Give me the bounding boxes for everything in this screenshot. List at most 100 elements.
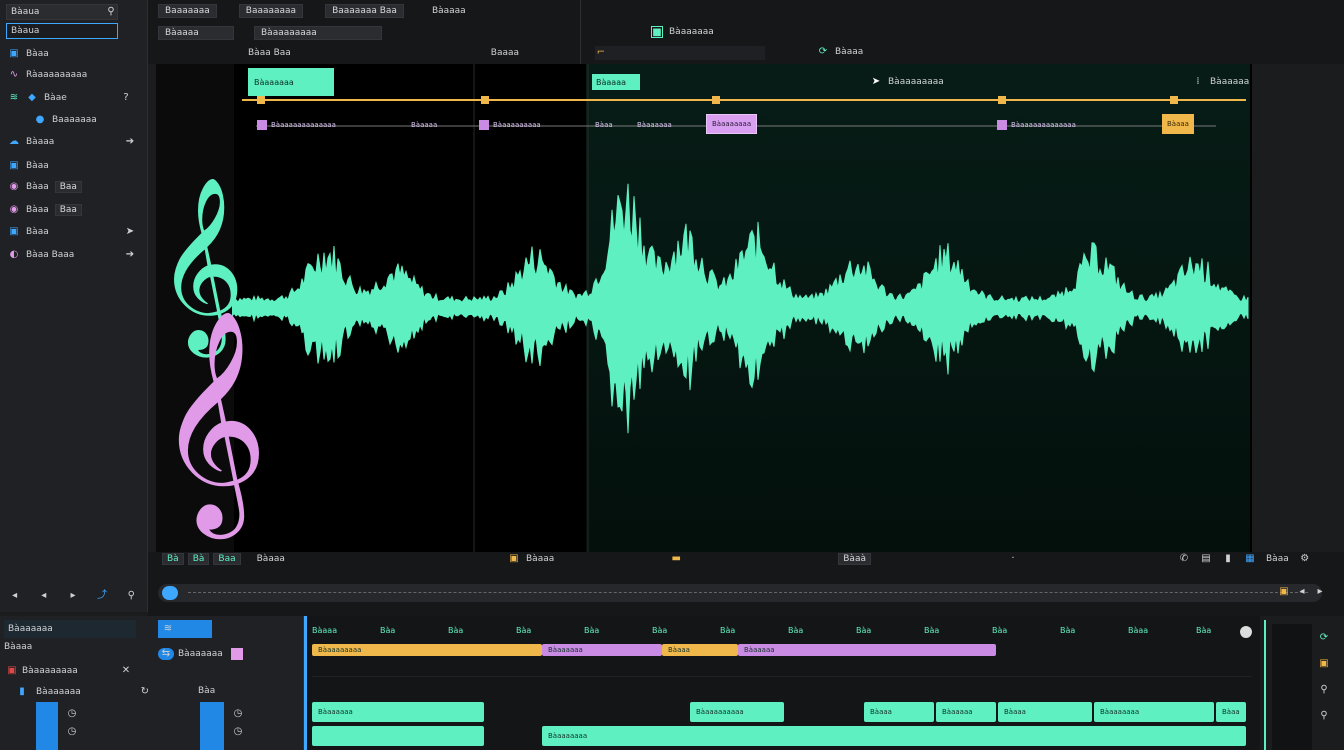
chevron-left-icon[interactable]: ◂ [9,590,21,602]
channel-header[interactable]: ≋ [158,620,212,638]
section-header-1[interactable]: ▣ Bàaa [0,44,146,64]
transport-button-3[interactable]: Baa [213,553,241,565]
mode-select[interactable]: Bàaaaa [158,26,234,40]
clip[interactable]: Bàaaaaaaaaa [690,702,784,722]
chevron-right-icon[interactable]: ▸ [1314,586,1326,598]
pointer-label[interactable]: ➤ Bàaaaaaaaa [870,76,944,88]
clock-icon[interactable]: ◷ [66,708,78,720]
channel-row[interactable]: ⇆ Bàaaaaaa [158,646,288,662]
tag-2[interactable]: Bàaaaa [406,118,442,132]
loop-icon[interactable]: ⟳ [1318,632,1330,644]
clock-icon[interactable]: ◷ [232,708,244,720]
waveform-canvas[interactable]: 𝄞 𝄞 [156,64,1252,552]
item-extra[interactable]: Baa [54,204,82,216]
marker-1[interactable] [257,96,265,104]
waveform-top-label[interactable]: Bàaaaaaa [248,68,334,96]
clock-icon[interactable]: ◷ [232,726,244,738]
clip[interactable]: Bàaaa [864,702,934,722]
share-icon[interactable]: ⤴ [96,590,108,602]
loop-group[interactable]: ⟳ Bàaaa [817,46,863,58]
sidebar-item-3[interactable]: ● Baaaaaaa [0,110,146,130]
clip[interactable]: Bàaaa [662,644,738,656]
tag-1[interactable]: Bàaaaaaaaaaaaaa [252,118,341,132]
marker-3[interactable] [712,96,720,104]
item-extra[interactable]: Baa [54,181,82,193]
folder-icon[interactable]: ▣ [1278,586,1290,598]
sidebar-item-2[interactable]: ≋ ◆ Bàae ? [0,88,146,108]
tag-6[interactable]: Bàaaaaaaa [706,114,758,134]
close-icon[interactable]: ✕ [120,665,132,677]
tag-text: Bàaaaaaaaaa [493,121,541,129]
right-label[interactable]: ⁞ Bàaaaaa [1192,76,1249,88]
clip[interactable]: Bàaaaaaaa [1094,702,1214,722]
phone-icon[interactable]: ✆ [1178,553,1190,565]
sidebar-item-1[interactable]: ∿ Ràaaaaaaaaa [0,65,146,85]
bar-icon[interactable]: ▮ [1222,553,1234,565]
marker-4[interactable] [998,96,1006,104]
tag-4[interactable]: Bàaa [590,118,618,132]
transport-button-2[interactable]: Bà [187,553,210,565]
menu-item-1[interactable]: Baaaaaaa [158,4,217,18]
clip[interactable]: Bàaaaaa [936,702,996,722]
sidebar-item-cloud[interactable]: ☁ Bàaaa ➔ [0,132,146,152]
gear-icon[interactable]: ⚙ [1299,553,1311,565]
mute-icon[interactable]: ▮ [16,686,28,698]
sidebar-item-4[interactable]: ◉ Bàaa Baa [0,177,146,197]
timeline[interactable]: Bàaaa Bàa Bàa Bàa Bàa Bàa Bàa Bàa Bàa Bàa Bàa Bàa Bà… [304,616,1260,750]
region-label[interactable]: Bàaaaa [592,74,640,90]
pin-icon[interactable]: ⚲ [1318,684,1330,696]
tag-7[interactable]: Bàaaaaaaaaaaaaa [992,118,1081,132]
clip[interactable]: Bàaaaaaaaa [312,644,542,656]
transport-button-1[interactable]: Bà [162,553,184,565]
arrow-right-icon[interactable]: ➔ [124,136,136,148]
chevron-left-icon[interactable]: ◂ [1296,586,1308,598]
folder-icon[interactable]: ▣ [1318,658,1330,670]
pointer-select[interactable]: ⌐ [595,46,765,60]
chevron-right-icon[interactable]: ▸ [67,590,79,602]
folder-icon: ▣ [9,48,19,59]
clip[interactable]: Bàaaaaaa [542,644,662,656]
record-icon[interactable] [1240,626,1252,638]
pin-icon[interactable]: ⚲ [125,590,137,602]
waveform-editor[interactable]: 𝄞 𝄞 Bàaaaaaa Bàaaaa Bàaaaaaaaaaaaaa Bàaa… [156,64,1252,552]
clip[interactable]: Bàaaaaaa [312,702,484,722]
tag-5[interactable]: Bàaaaaaa [632,118,677,132]
playhead-marker[interactable] [304,616,307,750]
color-swatch-icon[interactable] [230,648,243,660]
sidebar-item-6[interactable]: ◐ Bàaa Baaa ➔ [0,245,146,265]
marker-2[interactable] [481,96,489,104]
pin-icon[interactable]: ⚲ [1318,710,1330,722]
grid-icon[interactable]: ▦ [1244,553,1256,565]
save-icon[interactable]: ▤ [1200,553,1212,565]
menu-item-3[interactable]: Baaaaaaa Baa [325,4,404,18]
volume-fader-1[interactable] [36,702,58,750]
clip[interactable]: Bàaa [1216,702,1246,722]
clip[interactable]: Bàaaaaaaa [542,726,1246,746]
menu-item-4[interactable]: Bàaaaa [426,5,472,17]
scrub-bar[interactable] [158,584,1322,602]
search-input[interactable]: Bàaua ⚲ [6,4,118,20]
chevron-left-icon[interactable]: ◂ [38,590,50,602]
menu-item-2[interactable]: Baaaaaaaa [238,4,304,18]
help-icon[interactable]: ? [120,92,132,104]
marker-5[interactable] [1170,96,1178,104]
tag-8[interactable]: Bàaaa [1162,114,1194,134]
arrow-right-icon[interactable]: ➔ [124,249,136,261]
clip[interactable] [312,726,484,746]
redo-icon[interactable]: ↻ [139,686,151,698]
filter-field[interactable]: Bàaua [6,23,118,39]
preset-select[interactable]: Bàaaaaaaaa [254,26,382,40]
volume-fader-2[interactable] [200,702,224,750]
clip[interactable]: Bàaaaaa [738,644,996,656]
clip[interactable]: Bàaaa [998,702,1092,722]
section-header-2[interactable]: ▣ Bàaa [0,156,146,176]
record-group[interactable]: ■ Bàaaaaaa [651,26,714,38]
section-header-3[interactable]: ▣ Bàaa ➤ [0,222,146,242]
track-row[interactable]: ▣ Bàaaaaaaaa ✕ [6,662,132,680]
track-panel-header[interactable]: Bàaaaaaa [4,620,136,638]
scrub-handle[interactable] [162,586,178,600]
clock-icon[interactable]: ◷ [66,726,78,738]
tag-3[interactable]: Bàaaaaaaaaa [474,118,546,132]
time-display[interactable]: Bàaà [838,553,871,565]
sidebar-item-5[interactable]: ◉ Bàaa Baa [0,200,146,220]
